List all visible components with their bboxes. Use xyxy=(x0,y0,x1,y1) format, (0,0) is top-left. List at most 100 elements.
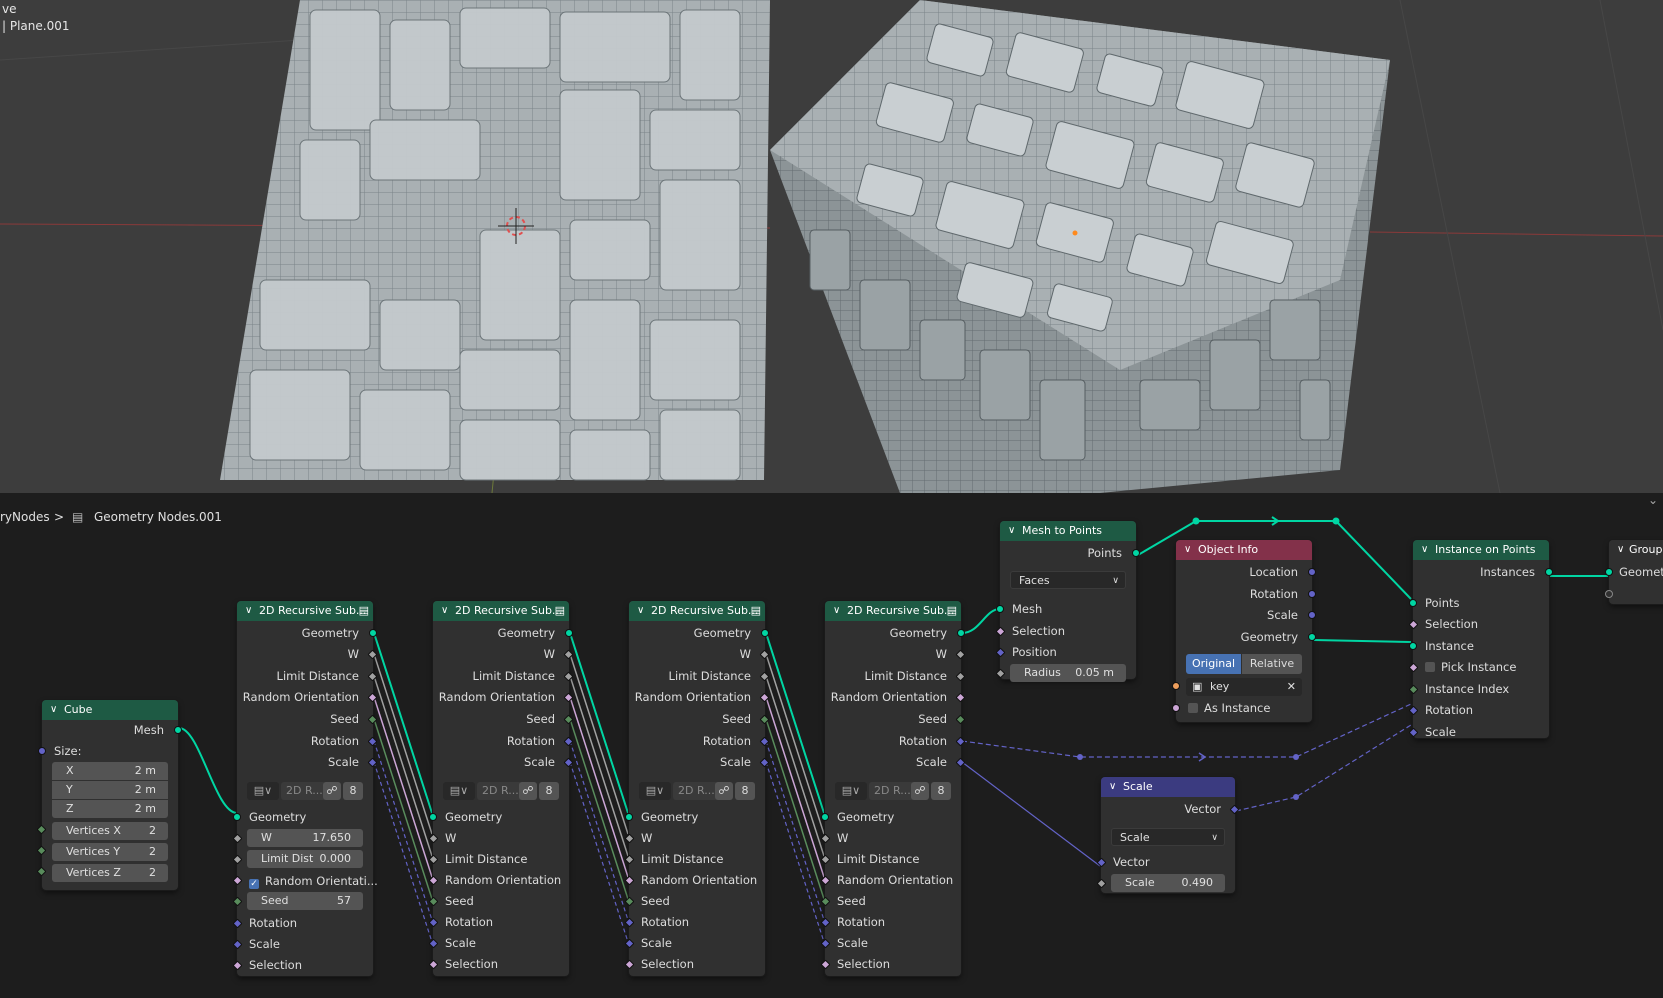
chevron-down-icon[interactable]: ∨ xyxy=(50,700,57,720)
link-icon[interactable]: ☍ xyxy=(911,782,929,800)
operation-dropdown[interactable]: Scale ∨ xyxy=(1111,828,1225,846)
node-header[interactable]: ∨ Group xyxy=(1609,540,1663,560)
node-tree-icon[interactable]: ▤∨ xyxy=(639,782,671,800)
chevron-down-icon[interactable]: ∨ xyxy=(637,601,644,621)
w-field[interactable]: W 17.650 xyxy=(247,829,363,847)
group-name[interactable]: 2D R... xyxy=(281,782,326,800)
node-group-selector[interactable]: ▤∨ 2D R... ☍ 8 xyxy=(639,782,755,800)
chevron-down-icon[interactable]: ∨ xyxy=(1109,777,1116,797)
chevron-down-icon[interactable]: ∨ xyxy=(833,601,840,621)
mesh-to-points-node[interactable]: ∨ Mesh to Points Points Faces ∨ Mesh Sele… xyxy=(995,521,1140,682)
node-tree-icon[interactable]: ▤∨ xyxy=(247,782,279,800)
scale-field[interactable]: Scale 0.490 xyxy=(1111,874,1225,892)
breadcrumb-tree[interactable]: ryNodes xyxy=(0,510,50,524)
breadcrumb-group[interactable]: Geometry Nodes.001 xyxy=(94,510,222,524)
node-group-selector[interactable]: ▤∨ 2D R... ☍ 8 xyxy=(835,782,951,800)
instance-input-socket[interactable] xyxy=(1409,642,1417,650)
node-header[interactable]: ∨ 2D Recursive Sub... ▤ xyxy=(825,601,961,621)
input-socket[interactable] xyxy=(821,813,829,821)
rotation-output-socket[interactable] xyxy=(1308,590,1316,598)
node-tree-icon[interactable]: ▤∨ xyxy=(443,782,475,800)
instance-on-points-node[interactable]: ∨ Instance on Points Instances Points Se… xyxy=(1408,540,1553,739)
node-header[interactable]: ∨ Scale xyxy=(1101,777,1235,797)
chevron-down-icon[interactable]: ∨ xyxy=(441,601,448,621)
recursive-subdivide-node-3[interactable]: ∨ 2D Recursive Sub... ▤ Geometry W Limit Dist… xyxy=(624,601,770,976)
node-header[interactable]: ∨ Object Info xyxy=(1176,540,1312,560)
group-name[interactable]: 2D R... xyxy=(477,782,522,800)
location-output-socket[interactable] xyxy=(1308,568,1316,576)
output-socket[interactable] xyxy=(565,629,573,637)
recursive-subdivide-node-2[interactable]: ∨ 2D Recursive Sub... ▤ Geometry W Limit Dist… xyxy=(428,601,574,976)
output-socket[interactable] xyxy=(369,629,377,637)
collapse-chevron-icon[interactable]: ⌄ xyxy=(1648,493,1658,507)
radius-field[interactable]: Radius 0.05 m xyxy=(1010,664,1126,682)
link-icon[interactable]: ☍ xyxy=(519,782,537,800)
close-icon[interactable]: ✕ xyxy=(1287,678,1296,696)
size-y-field[interactable]: Y 2 m xyxy=(52,781,168,799)
node-header[interactable]: ∨ 2D Recursive Sub... ▤ xyxy=(433,601,569,621)
object-info-node[interactable]: ∨ Object Info Location Rotation Scale Ge… xyxy=(1172,540,1316,722)
recursive-subdivide-node-4[interactable]: ∨ 2D Recursive Sub... ▤ Geometry W Limit Dist… xyxy=(820,601,966,976)
transform-space-toggle[interactable]: Original Relative xyxy=(1186,654,1302,674)
output-socket[interactable] xyxy=(957,629,965,637)
chevron-down-icon[interactable]: ∨ xyxy=(1184,540,1191,560)
checkbox-unchecked-icon[interactable] xyxy=(1188,703,1198,713)
as-instance-checkbox[interactable]: As Instance xyxy=(1176,698,1312,718)
node-header[interactable]: ∨ 2D Recursive Sub... ▤ xyxy=(237,601,373,621)
recursive-subdivide-node-1[interactable]: ∨ 2D Recursive Sub... ▤ Geometry W Limit… xyxy=(232,601,378,976)
link-icon[interactable]: ☍ xyxy=(715,782,733,800)
input-socket[interactable] xyxy=(625,813,633,821)
instances-output-socket[interactable] xyxy=(1545,568,1553,576)
group-output-node[interactable]: ∨ Group Geomet xyxy=(1605,540,1663,604)
size-x-field[interactable]: X 2 m xyxy=(52,762,168,780)
mesh-input-socket[interactable] xyxy=(996,605,1004,613)
size-z-field[interactable]: Z 2 m xyxy=(52,800,168,818)
link-icon[interactable]: ☍ xyxy=(323,782,341,800)
vertices-z-field[interactable]: Vertices Z 2 xyxy=(52,864,168,882)
points-output-socket[interactable] xyxy=(1132,549,1140,557)
mode-dropdown[interactable]: Faces ∨ xyxy=(1010,571,1126,589)
mesh-output-socket[interactable] xyxy=(174,726,182,734)
random-orientation-checkbox[interactable]: ✓ Random Orientati... xyxy=(237,871,378,891)
chevron-down-icon[interactable]: ∨ xyxy=(1008,521,1015,541)
chevron-down-icon[interactable]: ∨ xyxy=(1421,540,1428,560)
cube-node[interactable]: ∨ Cube Mesh Size: X 2 m Y 2 m Z 2 m Vertice… xyxy=(36,700,182,890)
user-count[interactable]: 8 xyxy=(539,782,559,800)
vertices-x-field[interactable]: Vertices X 2 xyxy=(52,822,168,840)
input-socket[interactable] xyxy=(429,813,437,821)
checkbox-unchecked-icon[interactable] xyxy=(1425,662,1435,672)
input-socket[interactable] xyxy=(233,813,241,821)
checkbox-checked-icon[interactable]: ✓ xyxy=(249,879,259,889)
original-option[interactable]: Original xyxy=(1186,654,1241,674)
3d-viewport[interactable]: ve | Plane.001 xyxy=(0,0,1663,493)
pick-instance-checkbox[interactable]: Pick Instance xyxy=(1413,657,1549,677)
chevron-down-icon[interactable]: ∨ xyxy=(245,601,252,621)
geometry-output-socket[interactable] xyxy=(1308,633,1316,641)
user-count[interactable]: 8 xyxy=(735,782,755,800)
empty-input-socket[interactable] xyxy=(1605,590,1613,598)
points-input-socket[interactable] xyxy=(1409,599,1417,607)
vector-scale-node[interactable]: ∨ Scale Vector Scale ∨ Vector Scale 0.490 xyxy=(1096,777,1240,893)
vertices-y-field[interactable]: Vertices Y 2 xyxy=(52,843,168,861)
relative-option[interactable]: Relative xyxy=(1242,654,1302,674)
object-field[interactable]: ▣ key ✕ xyxy=(1186,678,1302,696)
node-group-selector[interactable]: ▤∨ 2D R... ☍ 8 xyxy=(247,782,363,800)
group-name[interactable]: 2D R... xyxy=(673,782,718,800)
object-input-socket[interactable] xyxy=(1172,682,1180,690)
node-tree-icon[interactable]: ▤∨ xyxy=(835,782,867,800)
node-group-selector[interactable]: ▤∨ 2D R... ☍ 8 xyxy=(443,782,559,800)
output-socket[interactable] xyxy=(761,629,769,637)
node-header[interactable]: ∨ Instance on Points xyxy=(1413,540,1549,560)
chevron-down-icon[interactable]: ∨ xyxy=(1617,540,1624,560)
node-header[interactable]: ∨ 2D Recursive Sub... ▤ xyxy=(629,601,765,621)
seed-field[interactable]: Seed 57 xyxy=(247,892,363,910)
limit-distance-field[interactable]: Limit Dist 0.000 xyxy=(247,850,363,868)
node-editor[interactable]: ryNodes > ▤ Geometry Nodes.001 ⌄ ∨ Cube … xyxy=(0,493,1663,998)
user-count[interactable]: 8 xyxy=(931,782,951,800)
geometry-input-socket[interactable] xyxy=(1605,568,1613,576)
scale-output-socket[interactable] xyxy=(1308,611,1316,619)
group-name[interactable]: 2D R... xyxy=(869,782,914,800)
user-count[interactable]: 8 xyxy=(343,782,363,800)
cube-node-header[interactable]: ∨ Cube xyxy=(42,700,178,720)
node-header[interactable]: ∨ Mesh to Points xyxy=(1000,521,1136,541)
